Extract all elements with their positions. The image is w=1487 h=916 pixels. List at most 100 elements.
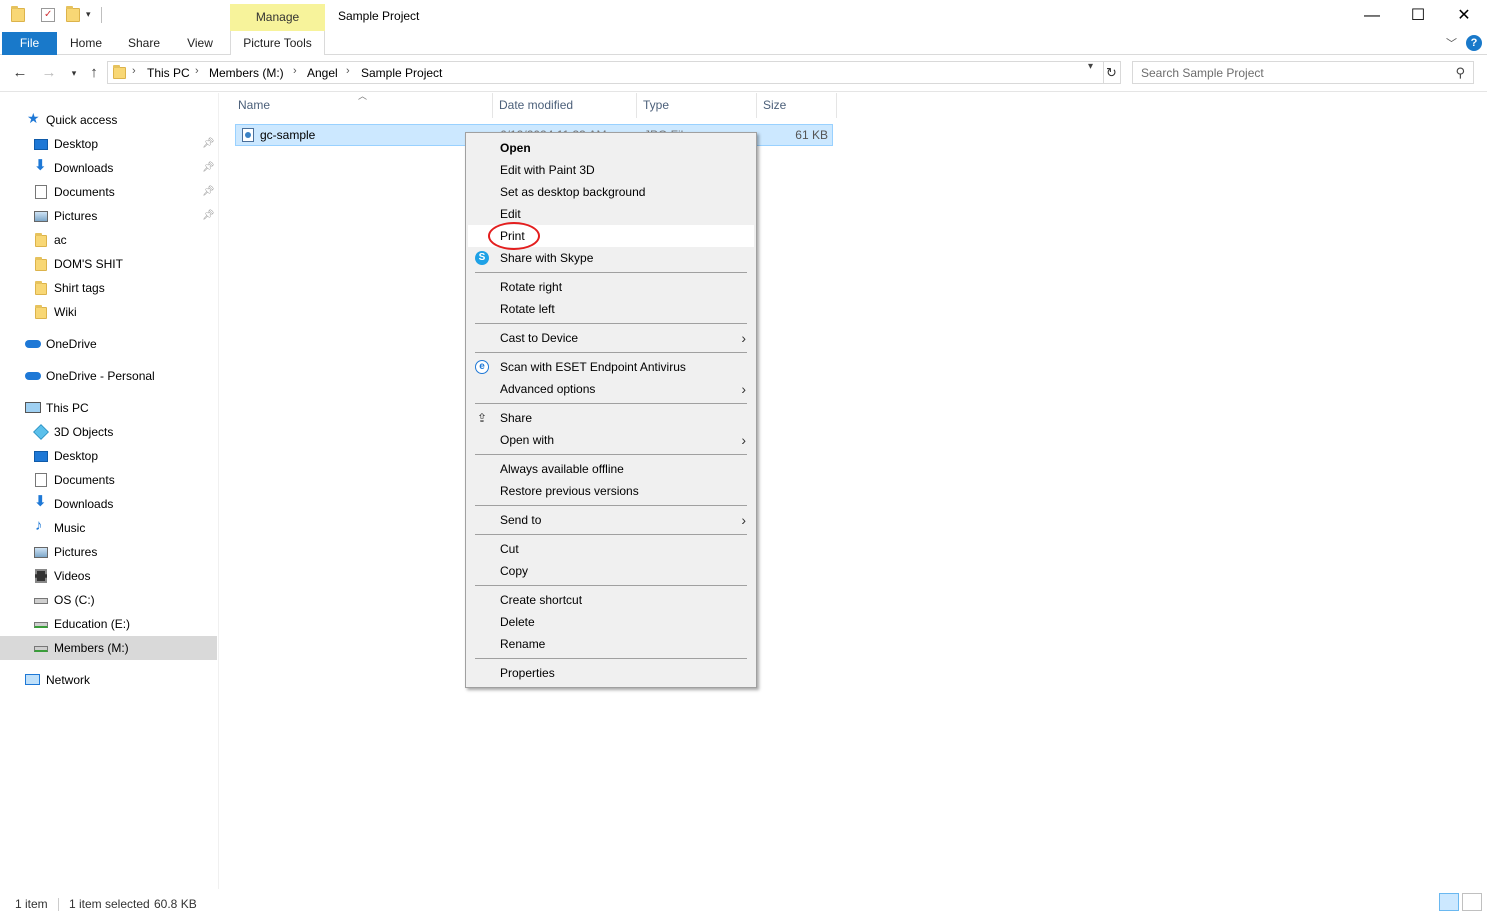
menu-item-rotate-left[interactable]: Rotate left [468,298,754,320]
menu-item-restore-previous-versions[interactable]: Restore previous versions [468,480,754,502]
address-bar[interactable]: › This PC › Members (M:) › Angel › Sampl… [107,61,1104,84]
menu-item-advanced-options[interactable]: Advanced options › [468,378,754,400]
sidebar-item-onedrive-personal[interactable]: OneDrive - Personal [0,364,217,388]
menu-item-properties[interactable]: Properties [468,662,754,684]
new-folder-icon[interactable] [66,6,80,22]
sidebar-item-os-c[interactable]: OS (C:) [0,588,217,612]
sidebar-item-quick-access[interactable]: ★ Quick access [0,108,217,132]
eset-icon: e [475,360,489,374]
help-icon[interactable]: ? [1466,35,1482,51]
chevron-right-icon[interactable]: › [346,65,350,77]
sidebar-item-downloads[interactable]: ⬇ Downloads 📌︎ [0,156,217,180]
search-input[interactable] [1133,62,1443,83]
menu-item-create-shortcut[interactable]: Create shortcut [468,589,754,611]
file-tab[interactable]: File [2,32,57,55]
sidebar-item-videos[interactable]: Videos [0,564,217,588]
breadcrumb-sample-project[interactable]: Sample Project [361,66,442,80]
chevron-right-icon[interactable]: › [132,65,136,77]
sidebar-item-education-e[interactable]: Education (E:) [0,612,217,636]
menu-item-rename[interactable]: Rename [468,633,754,655]
tab-share[interactable]: Share [120,32,168,55]
forward-arrow-icon[interactable]: → [39,63,59,83]
search-box[interactable]: ⚲ [1132,61,1474,84]
pin-icon[interactable]: 📌︎ [202,156,215,180]
maximize-button[interactable]: ☐ [1395,0,1441,31]
menu-item-cast-to-device[interactable]: Cast to Device › [468,327,754,349]
back-arrow-icon[interactable]: ← [10,63,30,83]
menu-item-delete[interactable]: Delete [468,611,754,633]
network-drive-icon [34,646,48,652]
menu-item-cut[interactable]: Cut [468,538,754,560]
folder-icon [35,305,47,319]
menu-item-send-to[interactable]: Send to › [468,509,754,531]
menu-item-always-available-offline[interactable]: Always available offline [468,458,754,480]
refresh-icon[interactable]: ↻ [1103,61,1121,84]
menu-separator [475,272,747,273]
manage-tab[interactable]: Manage [230,4,325,31]
recent-locations-icon[interactable]: ▾ [64,63,84,83]
drive-icon [34,598,48,604]
tab-view[interactable]: View [178,32,222,55]
column-header-size[interactable]: Size [755,93,837,118]
pictures-icon [34,547,48,558]
sidebar-item-pictures-pc[interactable]: Pictures [0,540,217,564]
search-icon[interactable]: ⚲ [1455,65,1465,81]
sidebar-item-doms-shit[interactable]: DOM'S SHIT [0,252,217,276]
menu-item-scan-eset[interactable]: e Scan with ESET Endpoint Antivirus [468,356,754,378]
column-header-name[interactable]: Name [230,93,493,118]
menu-item-edit-paint3d[interactable]: Edit with Paint 3D [468,159,754,181]
column-header-date[interactable]: Date modified [491,93,637,118]
pin-icon[interactable]: 📌︎ [202,132,215,156]
address-dropdown-icon[interactable]: ▾ [1088,61,1093,72]
sidebar-item-label: Desktop [54,449,99,463]
sidebar-item-network[interactable]: Network [0,668,217,692]
close-button[interactable]: ✕ [1441,0,1487,31]
sidebar-item-label: OneDrive - Personal [46,369,155,383]
sidebar-item-documents[interactable]: Documents 📌︎ [0,180,217,204]
properties-icon[interactable]: ✓ [41,8,55,22]
tab-home[interactable]: Home [62,32,110,55]
sidebar-item-downloads-pc[interactable]: ⬇ Downloads [0,492,217,516]
tab-picture-tools[interactable]: Picture Tools [230,31,325,55]
pin-icon[interactable]: 📌︎ [202,204,215,228]
menu-item-rotate-right[interactable]: Rotate right [468,276,754,298]
navigation-pane: ★ Quick access Desktop 📌︎ ⬇ Downloads 📌︎… [0,93,219,889]
menu-item-share[interactable]: ⇪ Share [468,407,754,429]
sidebar-item-desktop[interactable]: Desktop 📌︎ [0,132,217,156]
menu-item-copy[interactable]: Copy [468,560,754,582]
sidebar-item-onedrive[interactable]: OneDrive [0,332,217,356]
menu-item-set-desktop-background[interactable]: Set as desktop background [468,181,754,203]
minimize-button[interactable]: — [1349,0,1395,31]
breadcrumb-members[interactable]: Members (M:) [209,66,284,80]
sidebar-item-music[interactable]: ♪ Music [0,516,217,540]
details-view-icon[interactable] [1439,893,1459,911]
sidebar-item-shirt-tags[interactable]: Shirt tags [0,276,217,300]
sidebar-item-label: Music [54,521,86,535]
column-header-type[interactable]: Type [635,93,757,118]
menu-separator [475,323,747,324]
sidebar-item-this-pc[interactable]: This PC [0,396,217,420]
large-icons-view-icon[interactable] [1462,893,1482,911]
sidebar-item-wiki[interactable]: Wiki [0,300,217,324]
menu-item-open[interactable]: Open [468,137,754,159]
menu-item-open-with[interactable]: Open with › [468,429,754,451]
menu-item-print[interactable]: Print [468,225,754,247]
chevron-right-icon[interactable]: › [195,65,199,77]
sidebar-item-pictures[interactable]: Pictures 📌︎ [0,204,217,228]
sidebar-item-members-m[interactable]: Members (M:) [0,636,217,660]
sidebar-item-label: This PC [46,401,89,415]
menu-item-share-skype[interactable]: S Share with Skype [468,247,754,269]
pin-icon[interactable]: 📌︎ [202,180,215,204]
sidebar-item-3d-objects[interactable]: 3D Objects [0,420,217,444]
sidebar-item-ac[interactable]: ac [0,228,217,252]
breadcrumb-angel[interactable]: Angel [307,66,338,80]
sidebar-item-documents-pc[interactable]: Documents [0,468,217,492]
menu-item-edit[interactable]: Edit [468,203,754,225]
up-arrow-icon[interactable]: ↑ [84,63,104,83]
breadcrumb-this-pc[interactable]: This PC [147,66,190,80]
chevron-right-icon[interactable]: › [293,65,297,77]
sidebar-item-label: Pictures [54,545,98,559]
customize-toolbar-icon[interactable]: ▾ [86,9,91,20]
chevron-down-icon[interactable]: ﹀ [1446,35,1457,51]
sidebar-item-desktop-pc[interactable]: Desktop [0,444,217,468]
